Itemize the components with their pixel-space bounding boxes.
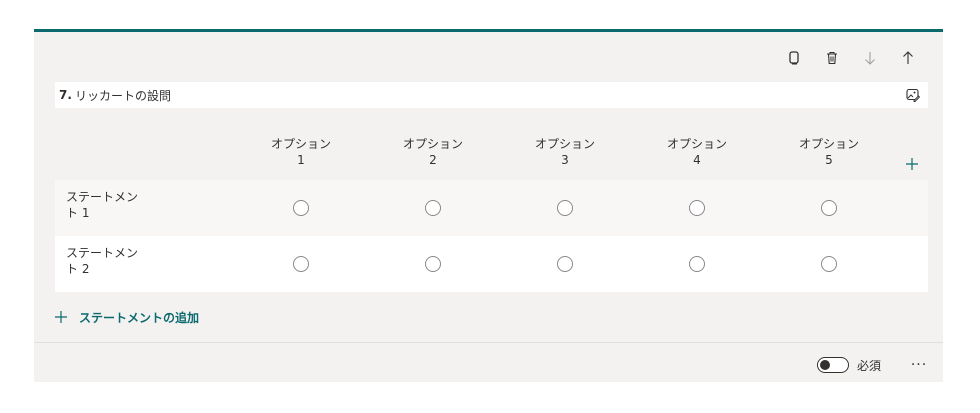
statement-text: ステートメント 2 bbox=[66, 246, 139, 276]
radio-button[interactable] bbox=[293, 200, 309, 216]
option-number: 3 bbox=[561, 153, 569, 167]
question-footer: 必須 ··· bbox=[816, 354, 929, 376]
option-label: オプション bbox=[402, 137, 463, 151]
radio-button[interactable] bbox=[557, 200, 573, 216]
more-options-button[interactable]: ··· bbox=[909, 357, 929, 373]
radio-button[interactable] bbox=[821, 200, 837, 216]
question-title-input[interactable]: リッカートの設問 bbox=[75, 87, 898, 104]
statement-label-2[interactable]: ステートメント 2 bbox=[55, 236, 235, 292]
required-label: 必須 bbox=[856, 358, 881, 373]
move-down-button[interactable] bbox=[851, 46, 889, 70]
option-label: オプション bbox=[270, 137, 331, 151]
option-label: オプション bbox=[666, 137, 727, 151]
plus-icon bbox=[55, 311, 67, 323]
question-title-row[interactable]: 7. リッカートの設問 bbox=[55, 82, 928, 108]
toggle-knob bbox=[819, 360, 830, 370]
option-header-2[interactable]: オプション 2 bbox=[367, 123, 499, 180]
option-label: オプション bbox=[534, 137, 595, 151]
likert-grid: オプション 1 オプション 2 オプション 3 オプション 4 オプション 5 bbox=[55, 123, 928, 292]
radio-button[interactable] bbox=[557, 256, 573, 272]
radio-button[interactable] bbox=[689, 200, 705, 216]
option-number: 5 bbox=[825, 153, 833, 167]
option-header-4[interactable]: オプション 4 bbox=[631, 123, 763, 180]
statement-label-1[interactable]: ステートメント 1 bbox=[55, 180, 235, 236]
question-toolbar bbox=[775, 46, 927, 70]
header-blank bbox=[55, 123, 235, 180]
add-statement-label: ステートメントの追加 bbox=[79, 310, 200, 325]
radio-button[interactable] bbox=[425, 200, 441, 216]
add-statement-button[interactable]: ステートメントの追加 bbox=[55, 306, 199, 328]
insert-media-button[interactable] bbox=[898, 82, 928, 108]
question-number: 7. bbox=[59, 88, 72, 102]
question-card[interactable]: 7. リッカートの設問 オプション 1 オプション 2 オプション 3 オプショ… bbox=[34, 29, 943, 382]
arrow-down-icon bbox=[865, 52, 875, 65]
move-up-button[interactable] bbox=[889, 46, 927, 70]
radio-button[interactable] bbox=[821, 256, 837, 272]
footer-divider bbox=[34, 342, 943, 343]
option-number: 4 bbox=[693, 153, 701, 167]
add-option-button[interactable] bbox=[895, 123, 928, 180]
statement-row-1: ステートメント 1 bbox=[55, 180, 928, 236]
option-header-1[interactable]: オプション 1 bbox=[235, 123, 367, 180]
delete-button[interactable] bbox=[813, 46, 851, 70]
option-number: 2 bbox=[429, 153, 437, 167]
radio-button[interactable] bbox=[689, 256, 705, 272]
statement-text: ステートメント 1 bbox=[66, 190, 139, 220]
plus-icon bbox=[905, 158, 918, 170]
option-number: 1 bbox=[297, 153, 305, 167]
option-header-3[interactable]: オプション 3 bbox=[499, 123, 631, 180]
radio-button[interactable] bbox=[425, 256, 441, 272]
option-label: オプション bbox=[798, 137, 859, 151]
option-header-5[interactable]: オプション 5 bbox=[763, 123, 895, 180]
trash-icon bbox=[827, 51, 837, 65]
radio-button[interactable] bbox=[293, 256, 309, 272]
required-toggle[interactable] bbox=[816, 357, 849, 373]
arrow-up-icon bbox=[903, 51, 913, 64]
options-header-row: オプション 1 オプション 2 オプション 3 オプション 4 オプション 5 bbox=[55, 123, 928, 180]
image-edit-icon bbox=[906, 88, 920, 102]
copy-icon bbox=[789, 51, 799, 65]
copy-button[interactable] bbox=[775, 46, 813, 70]
statement-row-2: ステートメント 2 bbox=[55, 236, 928, 292]
